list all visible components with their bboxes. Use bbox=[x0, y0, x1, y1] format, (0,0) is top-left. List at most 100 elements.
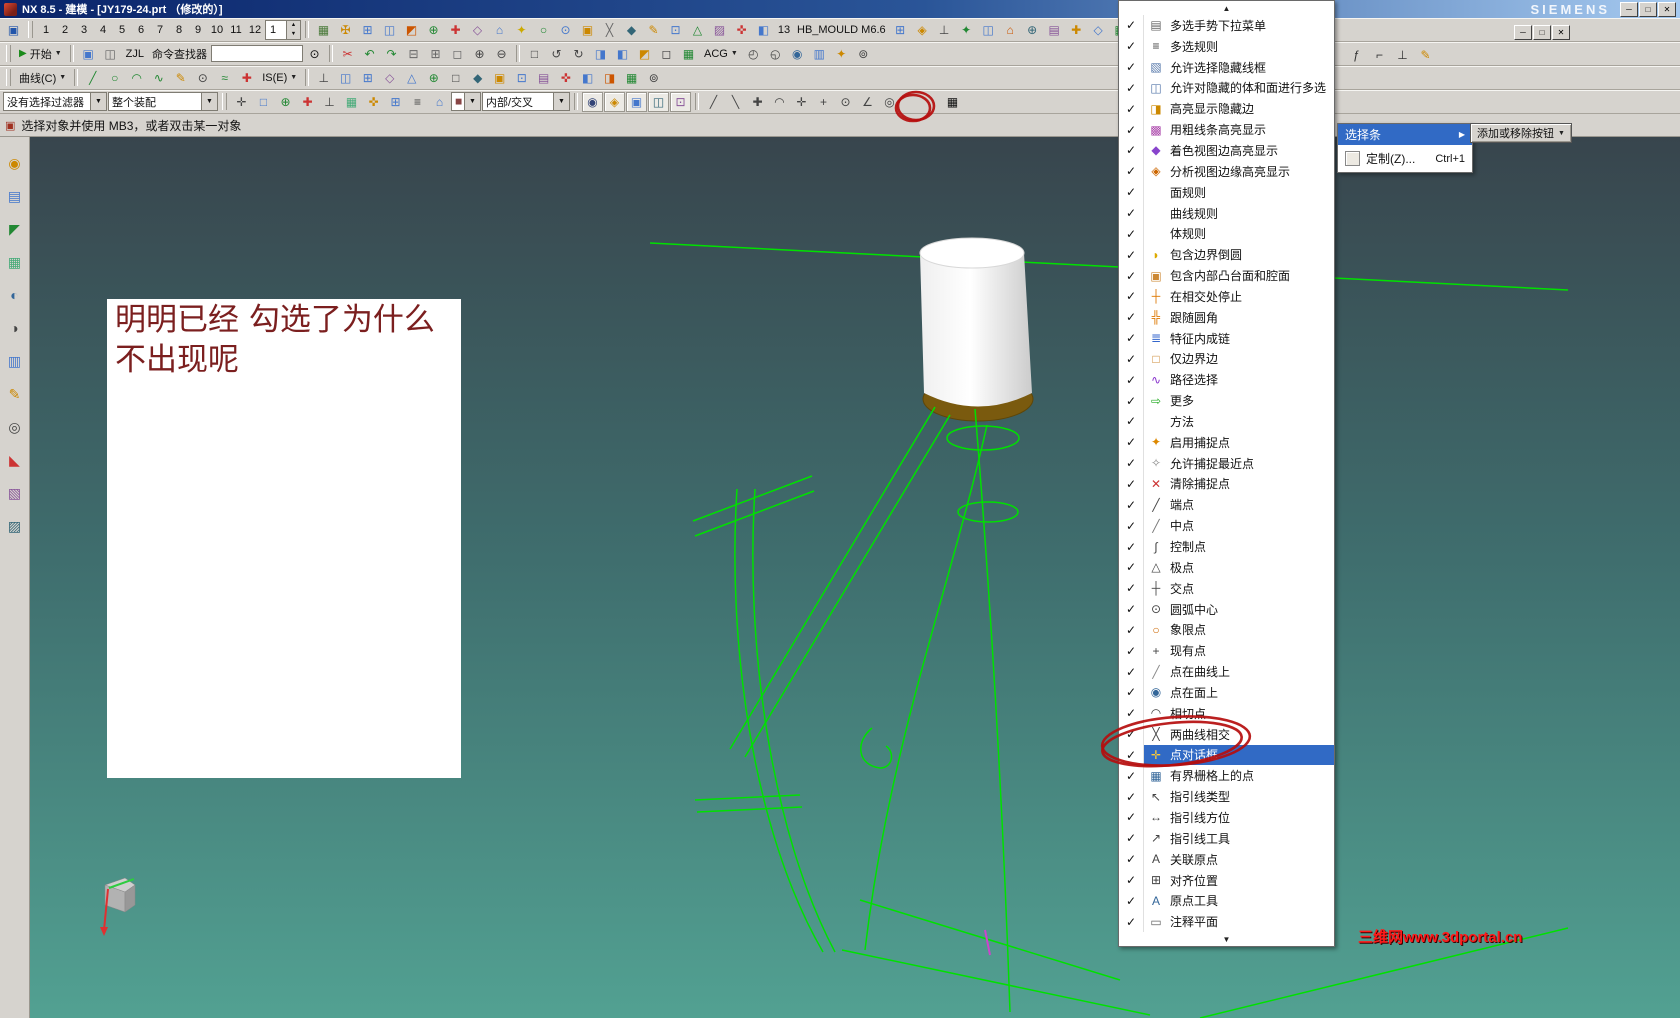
toolbar-icon[interactable]: ✚ bbox=[445, 20, 466, 40]
toolbar-icon[interactable]: ✠ bbox=[335, 20, 356, 40]
toolbar-icon[interactable]: ⊕ bbox=[469, 44, 490, 64]
toolbar-icon[interactable]: △ bbox=[687, 20, 708, 40]
spinner-arrows[interactable]: ▲ ▼ bbox=[286, 20, 300, 39]
menu-item[interactable]: ✓ ╱ 中点 bbox=[1119, 515, 1334, 537]
menu-item[interactable]: ✓ ▩ 用粗线条高亮显示 bbox=[1119, 119, 1334, 141]
toolbar-icon[interactable]: ⊙ bbox=[555, 20, 576, 40]
toolbar-icon[interactable]: ◆ bbox=[621, 20, 642, 40]
resource-bar-icon[interactable]: ▤ bbox=[3, 184, 27, 208]
toolbar-icon[interactable]: ◩ bbox=[634, 44, 655, 64]
toolbar-icon[interactable]: ◫ bbox=[100, 44, 121, 64]
chevron-down-icon[interactable]: ▼ bbox=[553, 93, 569, 110]
toolbar-toggle-icon[interactable]: ◈ bbox=[604, 91, 625, 112]
toolbar-icon[interactable]: ◉ bbox=[787, 44, 808, 64]
toolbar-icon[interactable]: ✚ bbox=[1066, 20, 1087, 40]
menu-item[interactable]: ✓ ≣ 特征内成链 bbox=[1119, 327, 1334, 349]
curve-menu-button[interactable]: 曲线(C) ▼ bbox=[15, 68, 70, 88]
toolbar-icon[interactable]: ▦ bbox=[313, 20, 334, 40]
doc-close-button[interactable]: ✕ bbox=[1552, 25, 1570, 40]
toolbar-icon[interactable]: ╳ bbox=[599, 20, 620, 40]
toolbar-icon[interactable]: ⊥ bbox=[319, 92, 340, 112]
toolbar-icon[interactable]: ⊚ bbox=[853, 44, 874, 64]
resource-bar-icon[interactable]: ◣ bbox=[3, 448, 27, 472]
toolbar-icon[interactable]: ▣ bbox=[489, 68, 510, 88]
menu-item[interactable]: ✓ ◆ 着色视图边高亮显示 bbox=[1119, 140, 1334, 161]
menu-item[interactable]: ✓ ⊙ 圆弧中心 bbox=[1119, 598, 1334, 620]
menu-item[interactable]: ✓ ✕ 清除捕捉点 bbox=[1119, 473, 1334, 495]
snap-point-icon[interactable]: ◎ bbox=[879, 92, 900, 112]
snap-point-icon[interactable]: ╱ bbox=[703, 92, 724, 112]
toolbar-icon[interactable]: ⊕ bbox=[1022, 20, 1043, 40]
grid-point-icon[interactable]: ▦ bbox=[942, 92, 963, 112]
resource-bar-icon[interactable]: ◉ bbox=[3, 151, 27, 175]
selection-filter-combo[interactable]: 没有选择过滤器 ▼ bbox=[3, 92, 107, 111]
menu-item[interactable]: ✓ △ 极点 bbox=[1119, 556, 1334, 578]
toolbar-icon[interactable]: ◫ bbox=[379, 20, 400, 40]
resource-bar-icon[interactable]: ◐ bbox=[3, 283, 27, 307]
toolbar-icon[interactable]: ⊞ bbox=[890, 20, 911, 40]
toolbar-icon[interactable]: ✜ bbox=[555, 68, 576, 88]
toolbar-toggle-icon[interactable]: ▣ bbox=[626, 91, 647, 112]
toolbar-icon[interactable]: ⊡ bbox=[665, 20, 686, 40]
toolbar-icon[interactable]: ◫ bbox=[978, 20, 999, 40]
toolbar-number-button[interactable]: 12 bbox=[246, 21, 264, 39]
snap-point-icon[interactable]: ∠ bbox=[857, 92, 878, 112]
toolbar-icon[interactable]: ↶ bbox=[359, 44, 380, 64]
menu-item[interactable]: ✓ 方法 bbox=[1119, 411, 1334, 432]
toolbar-icon[interactable]: ✦ bbox=[956, 20, 977, 40]
resource-bar-icon[interactable]: ◎ bbox=[3, 415, 27, 439]
intersect-mode-combo[interactable]: 内部/交叉 ▼ bbox=[482, 92, 570, 111]
minimize-button[interactable]: ─ bbox=[1620, 2, 1638, 17]
menu-item[interactable]: ✓ 面规则 bbox=[1119, 181, 1334, 203]
toolbar-icon[interactable]: ◧ bbox=[577, 68, 598, 88]
toolbar-icon[interactable]: ◠ bbox=[126, 68, 147, 88]
toolbar-icon[interactable]: ⊖ bbox=[491, 44, 512, 64]
menu-item[interactable]: ✓ A 关联原点 bbox=[1119, 848, 1334, 870]
toolbar-number-button[interactable]: 9 bbox=[189, 21, 207, 39]
snap-point-icon[interactable]: ◠ bbox=[769, 92, 790, 112]
toolbar-icon[interactable]: ◻ bbox=[656, 44, 677, 64]
toolbar-icon[interactable]: ✜ bbox=[731, 20, 752, 40]
menu-scroll-down[interactable]: ▼ bbox=[1119, 932, 1334, 946]
toolbar-number-button[interactable]: 6 bbox=[132, 21, 150, 39]
toolbar-icon[interactable]: ▤ bbox=[1044, 20, 1065, 40]
toolbar-icon[interactable]: □ bbox=[253, 92, 274, 112]
menu-item[interactable]: ✓ ┼ 在相交处停止 bbox=[1119, 285, 1334, 307]
toolbar-icon[interactable]: ◧ bbox=[612, 44, 633, 64]
color-swatch-combo[interactable]: ◼ ▼ bbox=[451, 92, 481, 111]
toolbar-icon[interactable]: ✚ bbox=[297, 92, 318, 112]
menu-item[interactable]: ✓ ⊞ 对齐位置 bbox=[1119, 869, 1334, 891]
toolbar-icon[interactable]: ◻ bbox=[447, 44, 468, 64]
command-finder-input[interactable] bbox=[210, 45, 303, 62]
chevron-down-icon[interactable]: ▼ bbox=[201, 93, 217, 110]
toolbar-icon[interactable]: ✎ bbox=[643, 20, 664, 40]
toolbar-icon[interactable]: ⊕ bbox=[423, 68, 444, 88]
toolbar-icon[interactable]: ⊞ bbox=[357, 20, 378, 40]
menu-item[interactable]: ✓ ◈ 分析视图边缘高亮显示 bbox=[1119, 160, 1334, 182]
menu-item[interactable]: ✓ ⇨ 更多 bbox=[1119, 390, 1334, 412]
menu-item[interactable]: ✓ ◉ 点在面上 bbox=[1119, 682, 1334, 703]
toolbar-icon[interactable]: ≈ bbox=[214, 68, 235, 88]
resource-bar-icon[interactable]: ✎ bbox=[3, 382, 27, 406]
menu-item[interactable]: ✓ ▦ 有界栅格上的点 bbox=[1119, 765, 1334, 787]
menu-item[interactable]: ✓ ↖ 指引线类型 bbox=[1119, 786, 1334, 808]
menu-item[interactable]: ✓ ○ 象限点 bbox=[1119, 619, 1334, 641]
menu-item[interactable]: ✓ ◫ 允许对隐藏的体和面进行多选 bbox=[1119, 77, 1334, 99]
toolbar-icon[interactable]: ◈ bbox=[912, 20, 933, 40]
toolbar-icon[interactable]: ∿ bbox=[148, 68, 169, 88]
spinner-up-icon[interactable]: ▲ bbox=[287, 21, 300, 30]
doc-restore-button[interactable]: □ bbox=[1533, 25, 1551, 40]
toolbar-grip[interactable] bbox=[222, 93, 227, 110]
toolbar-icon[interactable]: □ bbox=[524, 44, 545, 64]
snap-point-icon[interactable]: ✚ bbox=[747, 92, 768, 112]
menu-scroll-up[interactable]: ▲ bbox=[1119, 1, 1334, 15]
toolbar-icon[interactable]: ✎ bbox=[1415, 45, 1436, 65]
toolbar-icon[interactable]: ◴ bbox=[743, 44, 764, 64]
menu-item[interactable]: ✓ ✛ 点对话框 bbox=[1119, 744, 1334, 766]
toolbar-icon[interactable]: ◇ bbox=[1088, 20, 1109, 40]
maximize-button[interactable]: □ bbox=[1639, 2, 1657, 17]
menu-item[interactable]: ✓ ▭ 注释平面 bbox=[1119, 911, 1334, 932]
menu-item[interactable]: ✓ ◗ 包含边界倒圆 bbox=[1119, 244, 1334, 266]
menu-item[interactable]: ✓ ▤ 多选手势下拉菜单 bbox=[1119, 15, 1334, 36]
toolbar-grip[interactable] bbox=[28, 21, 33, 38]
